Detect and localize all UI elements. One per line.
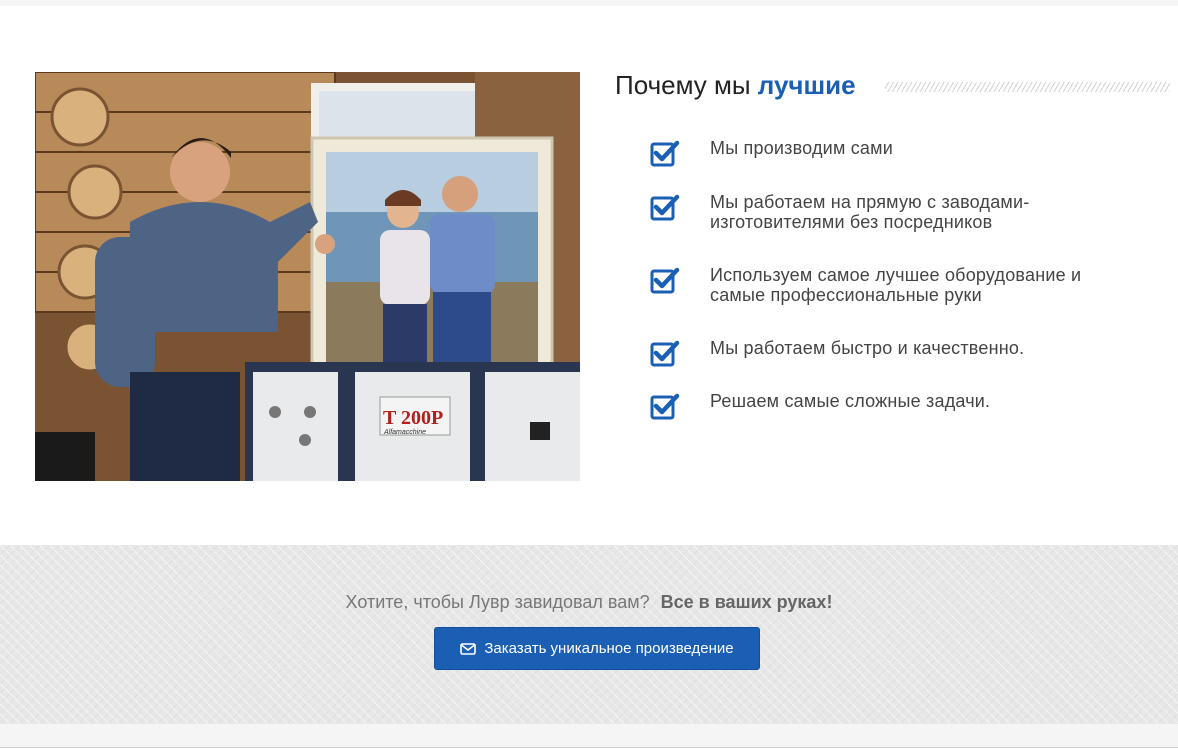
- checkbox-checked-icon: [650, 140, 680, 167]
- feature-text: Мы работаем быстро и качественно.: [710, 338, 1025, 358]
- bottom-strip: [0, 724, 1178, 748]
- cta-band: Хотите, чтобы Лувр завидовал вам? Все в …: [0, 545, 1178, 724]
- envelope-icon: [460, 642, 477, 655]
- cta-text: Хотите, чтобы Лувр завидовал вам? Все в …: [0, 592, 1178, 613]
- feature-text: Мы производим сами: [710, 138, 893, 158]
- checkbox-checked-icon: [650, 393, 680, 420]
- checkbox-checked-icon: [650, 267, 680, 294]
- machine-label: T 200P: [383, 407, 443, 429]
- feature-text: Решаем самые сложные задачи.: [710, 391, 991, 411]
- heading-prefix: Почему мы: [615, 70, 751, 100]
- section-heading: Почему мы лучшие: [615, 68, 1175, 108]
- order-button-label: Заказать уникальное произведение: [484, 640, 734, 657]
- cta-question: Хотите, чтобы Лувр завидовал вам?: [345, 592, 650, 612]
- checkbox-checked-icon: [650, 340, 680, 367]
- feature-text: Используем самое лучшее оборудование и с…: [710, 265, 1082, 305]
- feature-text: Мы работаем на прямую с заводами-изготов…: [710, 192, 1030, 232]
- checkbox-checked-icon: [650, 194, 680, 221]
- order-button[interactable]: Заказать уникальное произведение: [434, 627, 760, 670]
- top-strip: [0, 0, 1178, 6]
- machine-sublabel: Alfamacchine: [383, 429, 426, 436]
- cta-emphasis: Все в ваших руках!: [660, 592, 833, 612]
- heading-accent: лучшие: [757, 70, 856, 100]
- heading-title: Почему мы лучшие: [615, 70, 856, 101]
- workshop-photo: T 200P Alfamacchine: [35, 72, 580, 481]
- heading-decoration: [885, 82, 1170, 92]
